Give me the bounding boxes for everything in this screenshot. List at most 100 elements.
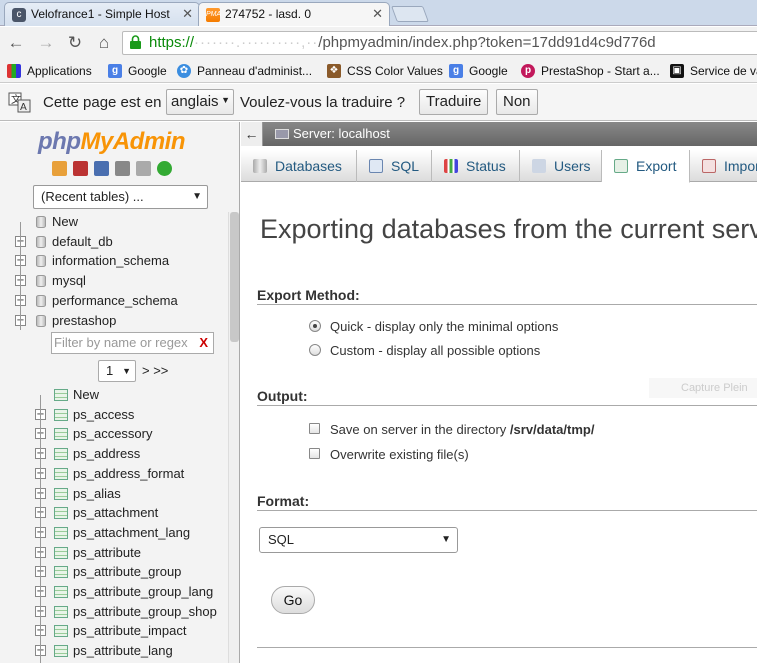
quick-option-label[interactable]: Quick - display only the minimal options (330, 319, 558, 334)
tab-label: Databases (275, 158, 342, 174)
new-database-item[interactable]: New (0, 212, 228, 232)
tree-label: ps_attribute_impact (73, 623, 187, 639)
tab-status[interactable]: Status (432, 150, 520, 182)
new-table-item[interactable]: New (0, 385, 228, 405)
browser-tab-phpmyadmin[interactable]: PMA 274752 - lasd. 0 ✕ (198, 2, 390, 26)
divider (257, 304, 757, 305)
collapse-arrow-icon[interactable]: ← (241, 122, 263, 146)
bookmark-label: Applications (27, 64, 92, 78)
close-icon[interactable]: ✕ (182, 6, 193, 22)
table-item-ps-attribute-lang[interactable]: +ps_attribute_lang (0, 641, 228, 661)
table-icon (54, 645, 68, 658)
reload-icon[interactable]: ↻ (64, 32, 86, 54)
browser-tab-strip: c Velofrance1 - Simple Host ✕ PMA 274752… (0, 0, 757, 26)
translate-message: Cette page est en (43, 94, 162, 111)
table-item-ps-attribute-group[interactable]: +ps_attribute_group (0, 562, 228, 582)
bookmark-applications[interactable]: Applications (7, 62, 92, 80)
save-prefix: Save on server in the directory (330, 422, 510, 437)
table-icon (54, 546, 68, 559)
table-item-ps-attribute-group-shop[interactable]: +ps_attribute_group_shop (0, 602, 228, 622)
tree-label: New (52, 214, 79, 229)
table-item-ps-alias[interactable]: +ps_alias (0, 484, 228, 504)
svg-text:A: A (20, 102, 27, 113)
database-item-information-schema[interactable]: +information_schema (0, 251, 228, 271)
import-icon (702, 159, 716, 173)
page-select[interactable]: 1 ▼ (98, 360, 136, 382)
bookmark-panneau[interactable]: ✿ Panneau d'administ... (177, 62, 312, 80)
forward-arrow-icon[interactable]: → (35, 32, 57, 54)
tree-label: prestashop (52, 312, 117, 328)
database-item-performance-schema[interactable]: +performance_schema (0, 291, 228, 311)
bookmark-google-2[interactable]: g Google (449, 62, 508, 80)
language-select[interactable]: anglais ▼ (166, 89, 234, 115)
table-item-ps-attribute-group-lang[interactable]: +ps_attribute_group_lang (0, 582, 228, 602)
no-translate-button[interactable]: Non (496, 89, 538, 115)
query-window-icon[interactable] (94, 161, 109, 176)
bookmark-service[interactable]: ▣ Service de va (670, 62, 757, 80)
tab-users[interactable]: Users (520, 150, 602, 182)
reload-navigation-icon[interactable] (157, 161, 172, 176)
bookmark-css-color-values[interactable]: ❖ CSS Color Values (327, 62, 443, 80)
table-item-ps-access[interactable]: +ps_access (0, 405, 228, 425)
scrollbar-thumb[interactable] (230, 212, 239, 342)
table-item-ps-attachment-lang[interactable]: +ps_attachment_lang (0, 523, 228, 543)
table-item-ps-address-format[interactable]: +ps_address_format (0, 464, 228, 484)
format-select[interactable]: SQL ▼ (259, 527, 458, 553)
custom-option-label[interactable]: Custom - display all possible options (330, 343, 540, 358)
table-item-ps-address[interactable]: +ps_address (0, 444, 228, 464)
overwrite-label[interactable]: Overwrite existing file(s) (330, 447, 469, 462)
phpmyadmin-logo[interactable]: phpMyAdmin (38, 128, 185, 156)
tree-label: ps_attribute_group_shop (73, 603, 217, 619)
browser-toolbar: ← → ↻ ⌂ https://·······.··········,··/ph… (0, 27, 757, 59)
recent-tables-select[interactable]: (Recent tables) ... ▼ (33, 185, 208, 209)
export-icon (614, 159, 628, 173)
quick-radio[interactable] (309, 320, 321, 332)
bookmark-google[interactable]: g Google (108, 62, 167, 80)
table-item-ps-accessory[interactable]: +ps_accessory (0, 424, 228, 444)
tab-export[interactable]: Export (602, 150, 690, 183)
table-item-ps-attachment[interactable]: +ps_attachment (0, 503, 228, 523)
database-icon (36, 235, 46, 248)
tree-line (40, 395, 41, 663)
overwrite-checkbox[interactable] (309, 448, 320, 459)
database-item-mysql[interactable]: +mysql (0, 271, 228, 291)
next-page-link[interactable]: > >> (142, 363, 168, 378)
tab-sql[interactable]: SQL (357, 150, 432, 182)
address-bar[interactable]: https://·······.··········,··/phpmyadmin… (122, 31, 757, 55)
bookmark-prestashop[interactable]: p PrestaShop - Start a... (521, 62, 660, 80)
tree-label: ps_accessory (73, 426, 153, 442)
google-icon: g (449, 64, 463, 78)
table-filter-input[interactable]: Filter by name or regex X (51, 332, 214, 354)
table-item-ps-attribute[interactable]: +ps_attribute (0, 543, 228, 563)
browser-tab-velofrance[interactable]: c Velofrance1 - Simple Host ✕ (4, 2, 200, 26)
export-method-label: Export Method: (257, 287, 360, 303)
database-icon (36, 255, 46, 268)
tree-label: ps_attribute_group_lang (73, 584, 214, 599)
table-item-ps-attribute-impact[interactable]: +ps_attribute_impact (0, 621, 228, 641)
chevron-down-icon: ▼ (441, 534, 451, 545)
translate-button[interactable]: Traduire (419, 89, 489, 115)
navigation-scrollbar[interactable] (228, 212, 239, 663)
save-on-server-label[interactable]: Save on server in the directory /srv/dat… (330, 422, 594, 437)
custom-radio[interactable] (309, 344, 321, 356)
format-label: Format: (257, 493, 310, 509)
new-tab-button[interactable] (391, 6, 429, 22)
tab-import[interactable]: Import (690, 150, 757, 182)
table-icon (54, 605, 68, 618)
clear-filter-button[interactable]: X (199, 333, 208, 353)
settings-icon[interactable] (136, 161, 151, 176)
save-on-server-checkbox[interactable] (309, 423, 320, 434)
database-item-prestashop[interactable]: −prestashop (0, 311, 228, 331)
go-button[interactable]: Go (271, 586, 315, 614)
database-item-default-db[interactable]: +default_db (0, 232, 228, 252)
logout-icon[interactable] (73, 161, 88, 176)
close-icon[interactable]: ✕ (372, 6, 383, 22)
documentation-icon[interactable] (115, 161, 130, 176)
home-icon[interactable] (52, 161, 67, 176)
service-icon: ▣ (670, 64, 684, 78)
home-icon[interactable]: ⌂ (93, 32, 115, 54)
tab-databases[interactable]: Databases (241, 150, 357, 182)
divider (257, 405, 757, 406)
server-breadcrumb[interactable]: Server: localhost (293, 122, 390, 146)
back-arrow-icon[interactable]: ← (5, 32, 27, 54)
